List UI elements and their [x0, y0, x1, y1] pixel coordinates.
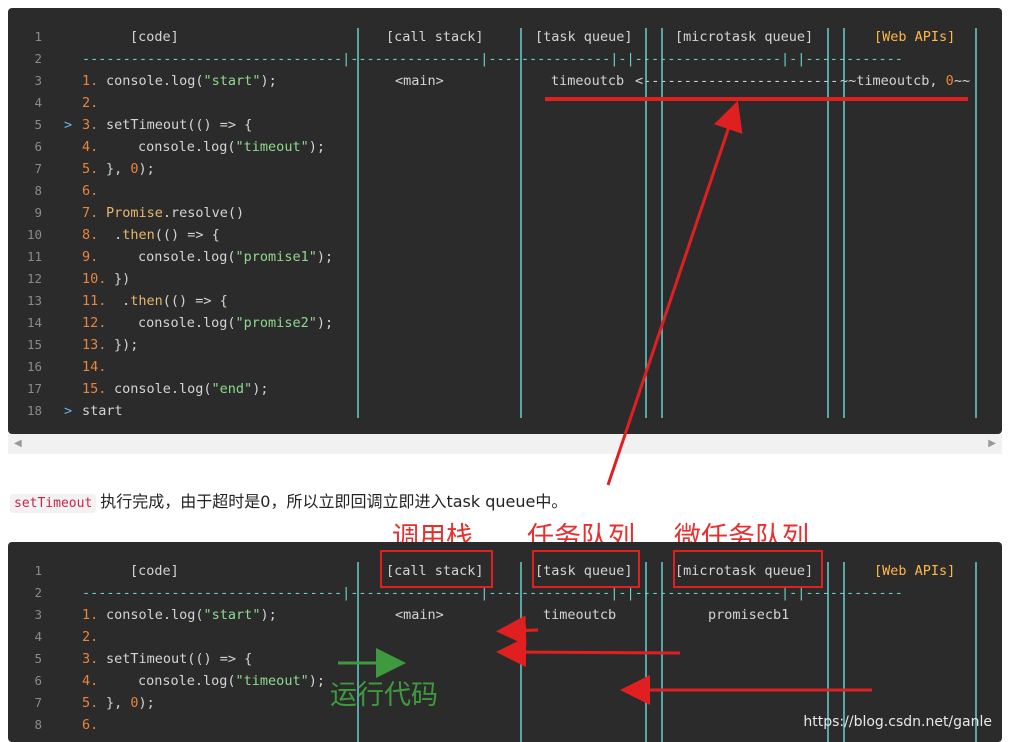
arrow-medium	[496, 637, 681, 668]
pointer-arrow	[606, 100, 743, 486]
annotation-arrows	[338, 97, 968, 705]
arrow-short	[496, 615, 539, 646]
